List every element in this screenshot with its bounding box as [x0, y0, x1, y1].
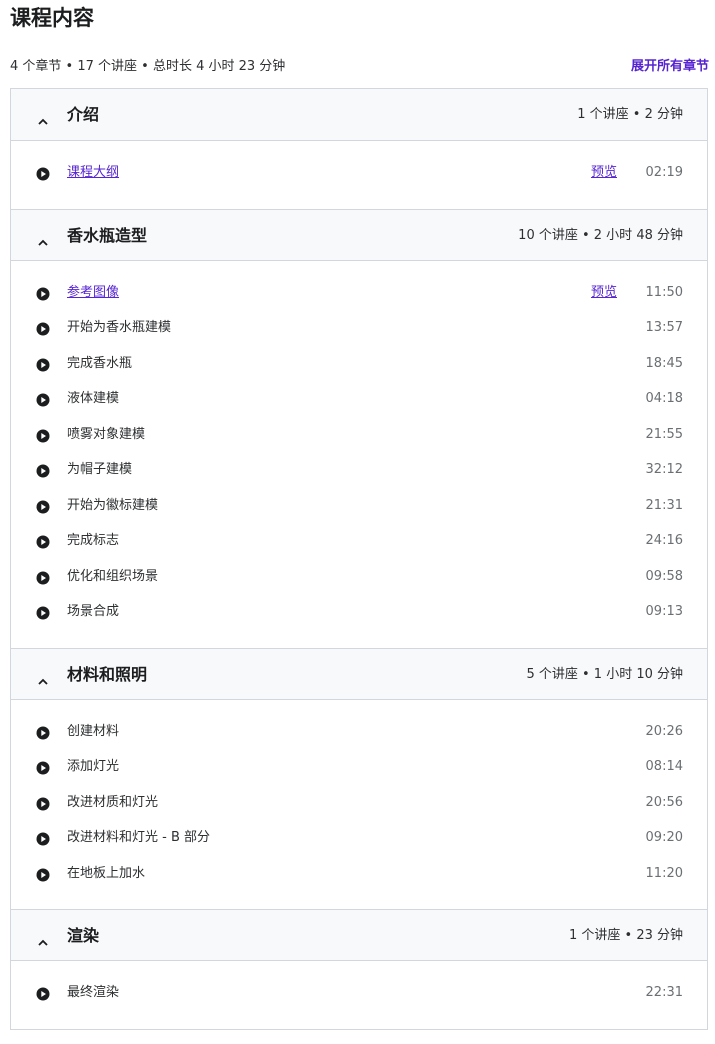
play-circle-icon [36, 725, 50, 739]
play-circle-icon [36, 428, 50, 442]
lecture-list: 课程大纲 预览 02:19 [11, 141, 707, 209]
play-circle-icon [36, 357, 50, 371]
play-circle-icon [36, 463, 50, 478]
lecture-list: 最终渲染 22:31 [11, 961, 707, 1029]
lecture-duration: 18:45 [645, 355, 683, 371]
chevron-up-icon [38, 231, 48, 246]
lecture-list: 创建材料 20:26 添加灯光 08:14 改进材质和灯光 20:56 改进材料和灯光 - … [11, 700, 707, 910]
lecture-title: 开始为香水瓶建模 [67, 320, 172, 335]
play-circle-icon [36, 831, 50, 846]
play-circle-icon [36, 534, 50, 549]
lecture-title: 喷雾对象建模 [67, 426, 146, 442]
lecture-duration: 08:14 [645, 759, 683, 774]
expand-all-sections-button[interactable]: 展开所有章节 [631, 58, 709, 76]
lecture-row: 为帽子建模 32:12 [11, 454, 707, 490]
lecture-title: 完成香水瓶 [67, 355, 133, 371]
play-circle-icon [36, 321, 50, 336]
section-meta: 10 个讲座 • 2 小时 48 分钟 [518, 227, 683, 243]
lecture-title: 创建材料 [67, 723, 120, 739]
lecture-duration: 11:50 [645, 284, 683, 300]
play-circle-icon [36, 166, 50, 181]
lecture-duration: 09:20 [645, 830, 683, 845]
page-title: 课程内容 [10, 6, 94, 30]
play-circle-icon [36, 986, 50, 1001]
lecture-duration: 09:13 [645, 604, 683, 619]
lecture-title: 在地板上加水 [67, 865, 146, 881]
lecture-row: 场景合成 09:13 [11, 596, 707, 632]
play-circle-icon [36, 286, 50, 300]
lecture-title: 添加灯光 [67, 759, 120, 774]
lecture-title: 场景合成 [67, 604, 120, 619]
lecture-row: 最终渲染 22:31 [11, 977, 707, 1013]
curriculum-accordion: 介绍 1 个讲座 • 2 分钟 课程大纲 预览 02:19 香水瓶造型 10 个讲座 • 2… [10, 88, 708, 1030]
section-meta: 1 个讲座 • 23 分钟 [568, 928, 683, 943]
lecture-title: 液体建模 [67, 391, 120, 406]
section-header[interactable]: 渲染 1 个讲座 • 23 分钟 [11, 909, 707, 961]
lecture-duration: 32:12 [645, 462, 683, 477]
curriculum-section: 材料和照明 5 个讲座 • 1 小时 10 分钟创建材料 20:26 添加灯光 08:1… [11, 647, 707, 910]
lecture-row: 完成标志 24:16 [11, 525, 707, 561]
section-header[interactable]: 介绍 1 个讲座 • 2 分钟 [11, 89, 707, 141]
lecture-duration: 21:55 [645, 426, 683, 442]
lecture-duration: 02:19 [645, 165, 683, 180]
lecture-row: 开始为徽标建模 21:31 [11, 490, 707, 526]
lecture-title: 最终渲染 [67, 985, 120, 1000]
section-title: 介绍 [67, 105, 100, 124]
curriculum-section: 香水瓶造型 10 个讲座 • 2 小时 48 分钟参考图像 预览 11:50 开始为香水… [11, 208, 707, 648]
lecture-title: 为帽子建模 [67, 462, 133, 477]
lecture-row: 添加灯光 08:14 [11, 751, 707, 787]
lecture-duration: 09:58 [645, 568, 683, 584]
curriculum-section: 渲染 1 个讲座 • 23 分钟最终渲染 22:31 [11, 909, 707, 1029]
lecture-row: 改进材质和灯光 20:56 [11, 787, 707, 823]
lecture-duration: 04:18 [645, 391, 683, 406]
lecture-title[interactable]: 课程大纲 [67, 164, 119, 182]
lecture-row: 改进材料和灯光 - B 部分 09:20 [11, 822, 707, 858]
play-circle-icon [36, 392, 50, 407]
preview-link[interactable]: 预览 [591, 164, 617, 182]
section-meta: 5 个讲座 • 1 小时 10 分钟 [526, 666, 683, 682]
lecture-row: 喷雾对象建模 21:55 [11, 419, 707, 455]
play-circle-icon [36, 570, 50, 584]
play-circle-icon [36, 796, 50, 810]
lecture-title: 完成标志 [67, 533, 120, 548]
lecture-duration: 13:57 [645, 320, 683, 335]
section-title: 材料和照明 [67, 664, 148, 684]
section-title: 香水瓶造型 [67, 225, 148, 245]
lecture-duration: 20:56 [645, 794, 683, 810]
lecture-row: 液体建模 04:18 [11, 383, 707, 419]
lecture-title: 改进材料和灯光 - B 部分 [67, 830, 211, 845]
chevron-up-icon [38, 931, 48, 946]
section-title: 渲染 [67, 926, 100, 945]
lecture-title: 开始为徽标建模 [67, 497, 159, 513]
chevron-up-icon [38, 670, 48, 685]
lecture-row: 开始为香水瓶建模 13:57 [11, 312, 707, 348]
lecture-duration: 21:31 [645, 497, 683, 513]
play-circle-icon [36, 867, 50, 881]
preview-link[interactable]: 预览 [591, 284, 617, 302]
curriculum-section: 介绍 1 个讲座 • 2 分钟课程大纲 预览 02:19 [11, 89, 707, 209]
section-header[interactable]: 香水瓶造型 10 个讲座 • 2 小时 48 分钟 [11, 208, 707, 261]
lecture-row[interactable]: 课程大纲 预览 02:19 [11, 157, 707, 193]
lecture-title: 改进材质和灯光 [67, 794, 159, 810]
lecture-duration: 20:26 [645, 723, 683, 739]
play-circle-icon [36, 605, 50, 620]
lecture-row[interactable]: 参考图像 预览 11:50 [11, 277, 707, 313]
chevron-up-icon [38, 110, 48, 125]
lecture-duration: 24:16 [645, 533, 683, 548]
lecture-row: 创建材料 20:26 [11, 716, 707, 752]
lecture-title: 优化和组织场景 [67, 568, 159, 584]
lecture-row: 在地板上加水 11:20 [11, 858, 707, 894]
lecture-row: 优化和组织场景 09:58 [11, 561, 707, 597]
lecture-row: 完成香水瓶 18:45 [11, 348, 707, 384]
lecture-duration: 11:20 [645, 865, 683, 881]
course-summary: 4 个章节 • 17 个讲座 • 总时长 4 小时 23 分钟 [10, 59, 286, 74]
play-circle-icon [36, 760, 50, 775]
play-circle-icon [36, 499, 50, 513]
lecture-title[interactable]: 参考图像 [67, 284, 119, 302]
lecture-list: 参考图像 预览 11:50 开始为香水瓶建模 13:57 完成香水瓶 18:45 液体建模 04… [11, 261, 707, 648]
lecture-duration: 22:31 [645, 985, 683, 1000]
section-header[interactable]: 材料和照明 5 个讲座 • 1 小时 10 分钟 [11, 647, 707, 700]
section-meta: 1 个讲座 • 2 分钟 [577, 107, 683, 122]
